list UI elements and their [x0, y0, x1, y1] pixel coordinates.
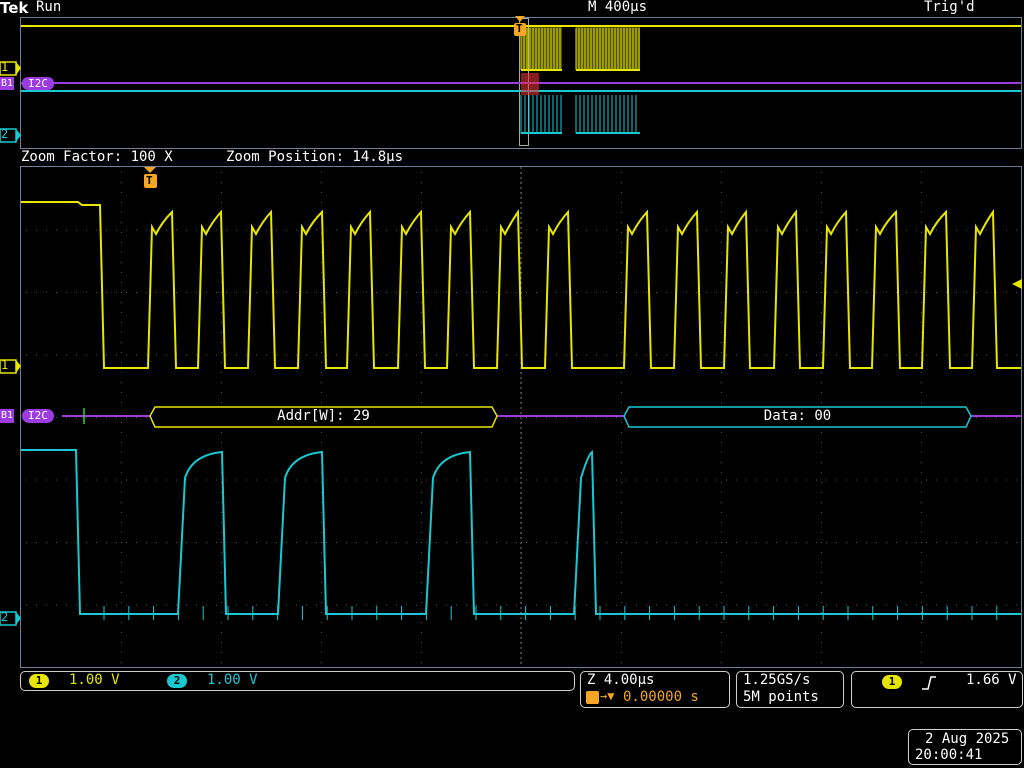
ch1-id-overview: 1 — [1, 60, 9, 74]
trigger-position-icon — [586, 691, 599, 704]
ch2-badge[interactable]: 2 — [167, 674, 187, 688]
bus-protocol-zoom: I2C — [22, 409, 54, 423]
sample-rate: 1.25GS/s — [743, 672, 811, 688]
bus-id-zoom: B1 — [0, 409, 15, 423]
trigger-position: 0.00000 s — [623, 689, 699, 705]
rising-edge-icon — [922, 676, 936, 690]
bus-id-overview: B1 — [0, 77, 15, 90]
date: 2 Aug 2025 — [925, 731, 1010, 747]
ch2-scale[interactable]: 1.00 V — [207, 672, 258, 688]
bus-badge-zoom[interactable]: B1 I2C — [0, 409, 62, 423]
trigger-box[interactable]: 1 1.66 V — [851, 671, 1023, 708]
zoom-timebase: Z 4.00µs — [587, 672, 655, 688]
trigger-level-arrow-icon[interactable] — [1012, 279, 1022, 289]
waveform-display — [0, 16, 1022, 667]
datetime-box[interactable]: 2 Aug 2025 20:00:41 — [908, 729, 1022, 765]
overview-waveforms — [21, 25, 1021, 134]
trigger-source-badge: 1 — [882, 675, 902, 689]
trigger-letter-overview: T — [516, 22, 523, 35]
horizontal-box[interactable]: Z 4.00µs →▼ 0.00000 s — [580, 671, 730, 708]
ch2-id-overview: 2 — [1, 127, 9, 141]
trigger-position-arrow-icon: →▼ — [600, 689, 615, 703]
ch1-id-zoom: 1 — [1, 358, 9, 372]
acquisition-box[interactable]: 1.25GS/s 5M points — [736, 671, 844, 708]
trigger-level: 1.66 V — [966, 672, 1017, 688]
bus-protocol-overview: I2C — [22, 77, 54, 90]
time: 20:00:41 — [915, 747, 983, 763]
ch1-badge[interactable]: 1 — [29, 674, 49, 688]
record-length: 5M points — [743, 689, 819, 705]
bus-data-label: Data: 00 — [763, 408, 832, 424]
bus-badge-overview[interactable]: B1 I2C — [0, 77, 62, 90]
ch2-id-zoom: 2 — [1, 610, 9, 624]
trigger-letter-zoom: T — [146, 174, 153, 187]
bus-addr-label: Addr[W]: 29 — [277, 408, 370, 424]
ch1-scale[interactable]: 1.00 V — [69, 672, 120, 688]
channel-scale-box[interactable]: 1 1.00 V 2 1.00 V — [20, 671, 575, 691]
